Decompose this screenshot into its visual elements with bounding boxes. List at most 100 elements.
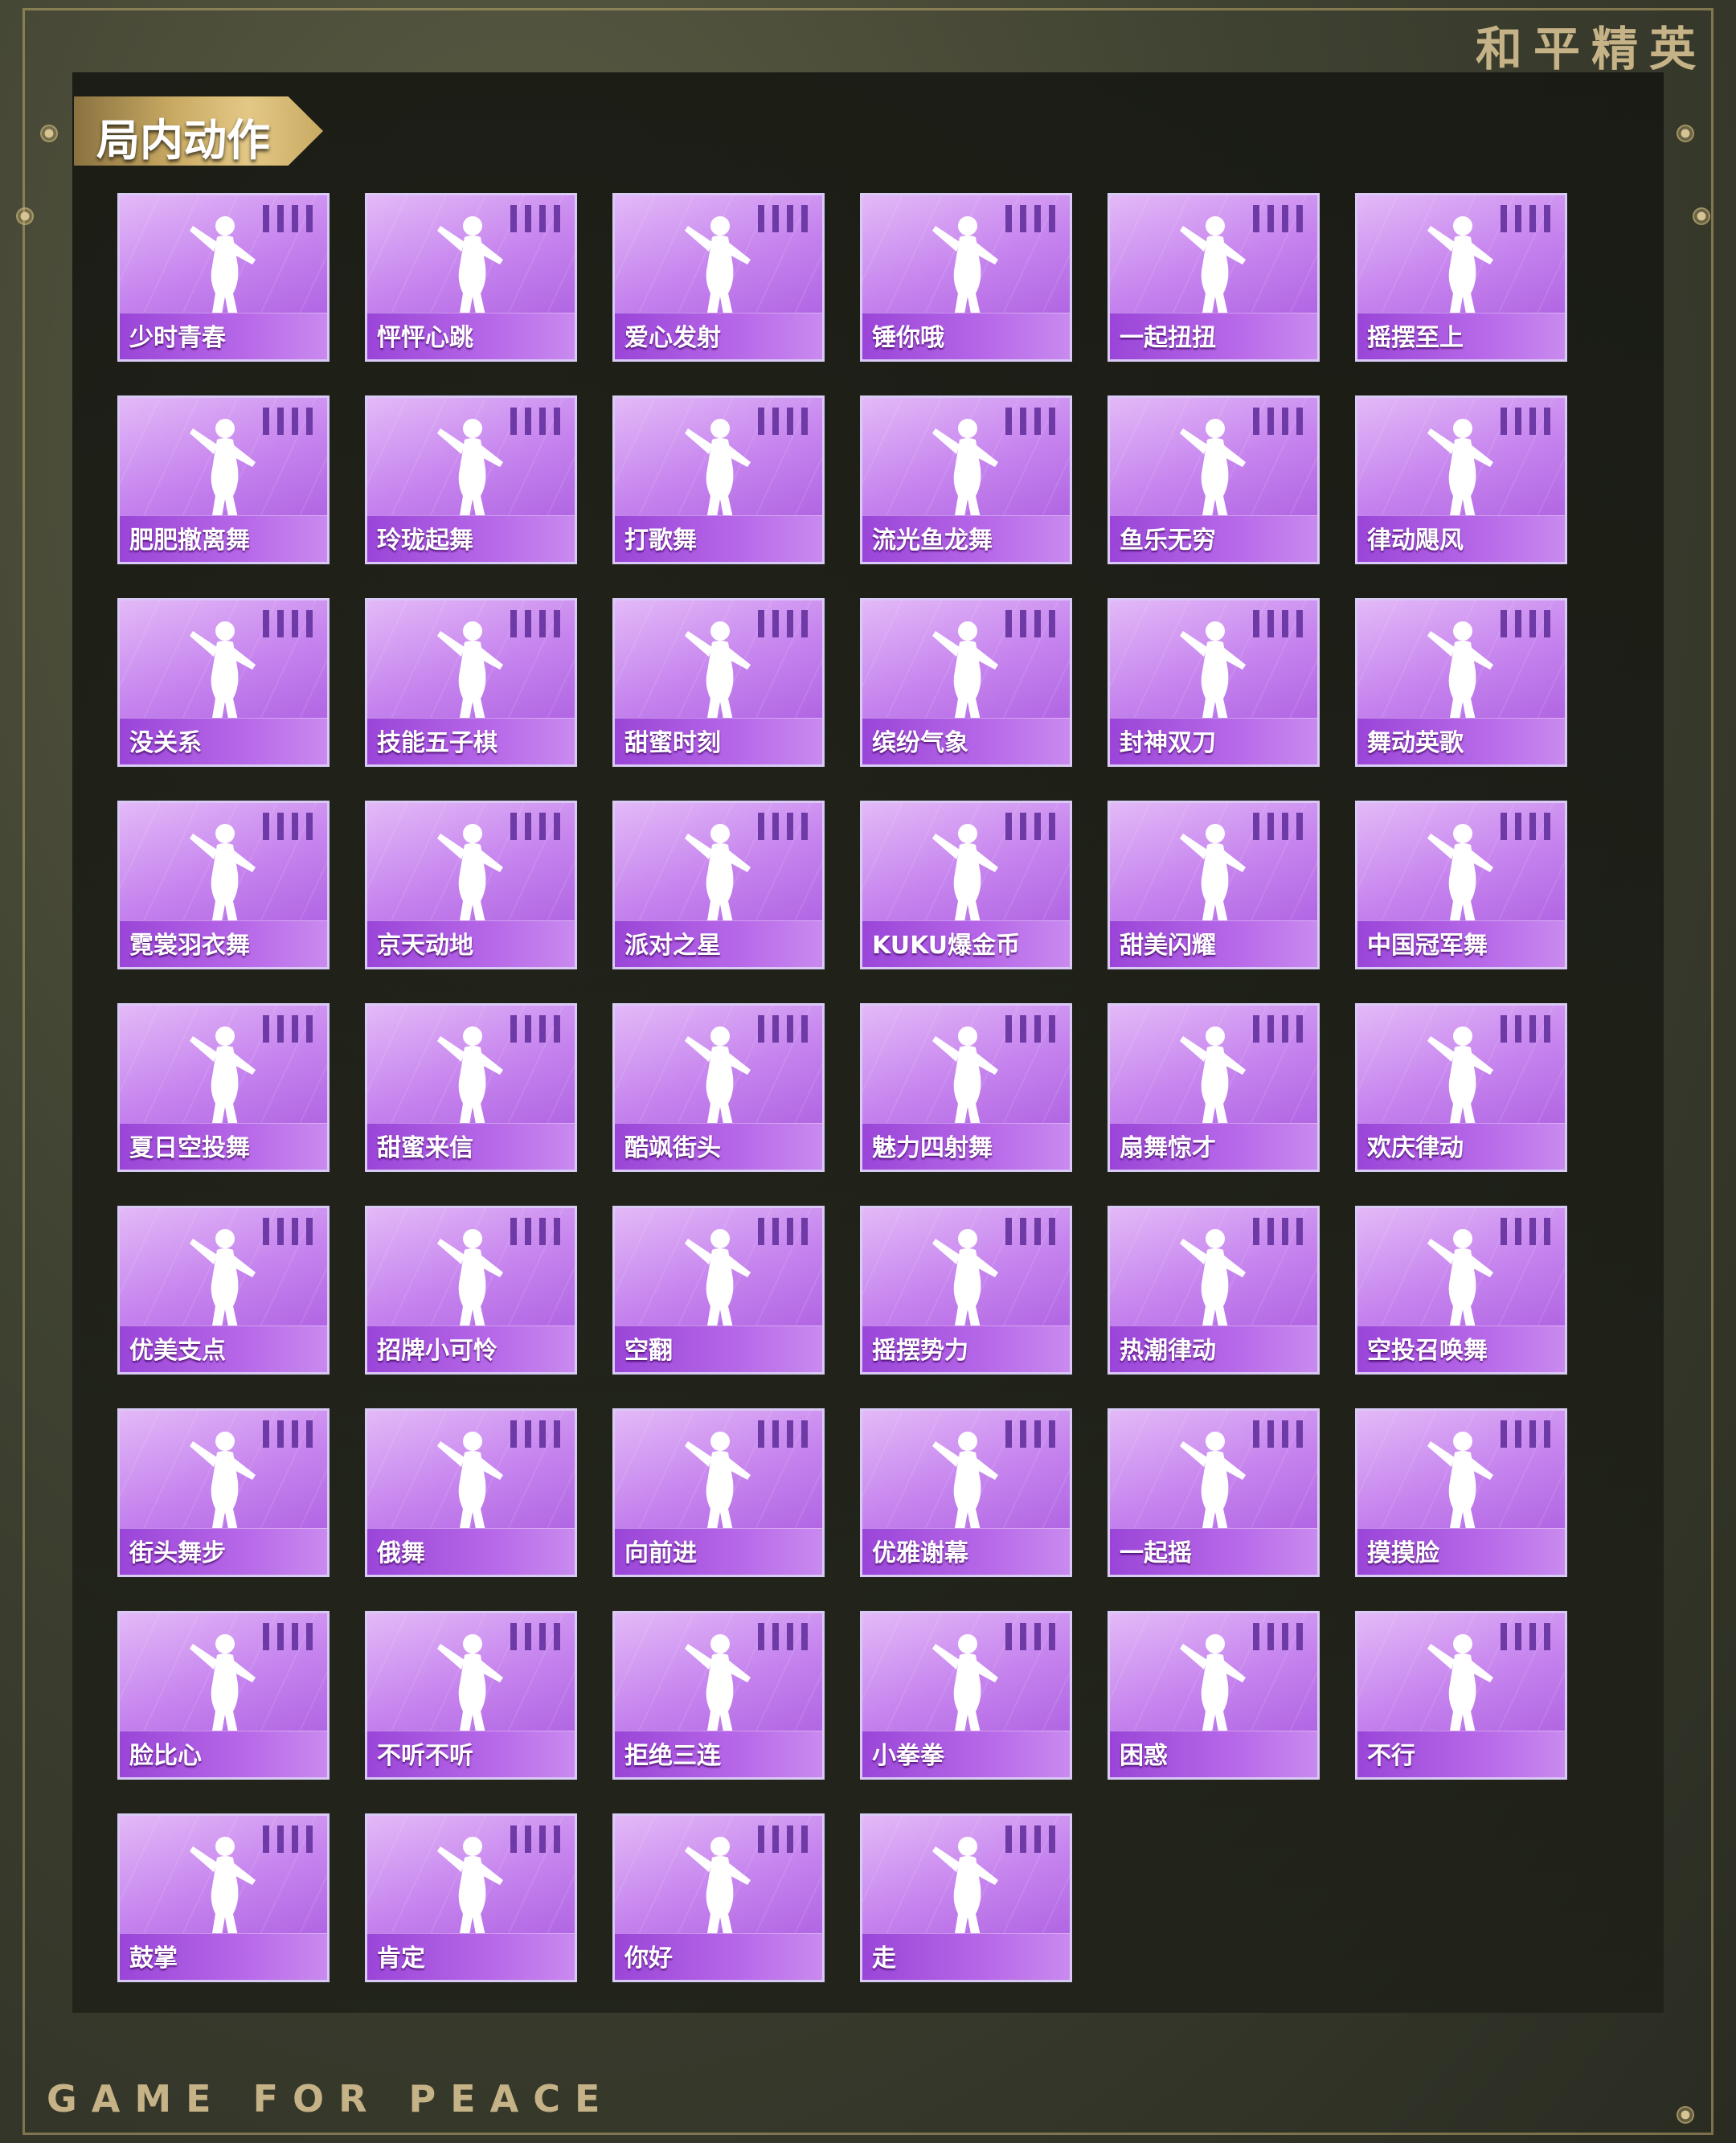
emote-card[interactable]: 玲珑起舞: [365, 395, 577, 564]
emote-label: 鱼乐无穷: [1120, 527, 1216, 555]
emote-label: 肥肥撤离舞: [129, 527, 250, 555]
emote-label: 一起摇: [1120, 1539, 1192, 1567]
emote-label: 爱心发射: [624, 324, 721, 352]
emote-card[interactable]: 封神双刀: [1108, 598, 1320, 767]
emote-card[interactable]: 甜蜜来信: [365, 1003, 577, 1172]
emote-label: 京天动地: [377, 932, 473, 960]
emote-label: 小拳拳: [872, 1742, 944, 1770]
emote-card[interactable]: 摇摆势力: [860, 1206, 1072, 1375]
emote-label: 玲珑起舞: [377, 527, 473, 555]
emote-label: 空投召唤舞: [1367, 1337, 1488, 1365]
emote-label: 摇摆至上: [1367, 324, 1464, 352]
emote-card[interactable]: KUKU爆金币: [860, 801, 1072, 969]
emote-card[interactable]: 摸摸脸: [1355, 1408, 1567, 1577]
brand-logo-text: 和平精英: [1475, 22, 1707, 76]
emote-card[interactable]: 热潮律动: [1108, 1206, 1320, 1375]
emote-label: 你好: [624, 1944, 673, 1973]
emote-label: 甜蜜时刻: [624, 729, 721, 757]
emote-label: 夏日空投舞: [129, 1134, 250, 1162]
emote-card[interactable]: 甜美闪耀: [1108, 801, 1320, 969]
emote-card[interactable]: 困惑: [1108, 1611, 1320, 1780]
emote-card[interactable]: 流光鱼龙舞: [860, 395, 1072, 564]
emote-card[interactable]: 一起扭扭: [1108, 193, 1320, 362]
emote-label: 招牌小可怜: [377, 1337, 497, 1365]
emote-card[interactable]: 京天动地: [365, 801, 577, 969]
emote-label: 优雅谢幕: [872, 1539, 968, 1567]
emote-card[interactable]: 技能五子棋: [365, 598, 577, 767]
emote-label: 向前进: [624, 1539, 697, 1567]
emote-card[interactable]: 锤你哦: [860, 193, 1072, 362]
emote-label: 拒绝三连: [624, 1742, 721, 1770]
emote-card[interactable]: 欢庆律动: [1355, 1003, 1567, 1172]
emote-card[interactable]: 招牌小可怜: [365, 1206, 577, 1375]
emote-label: 鼓掌: [129, 1944, 178, 1973]
emote-label: 舞动英歌: [1367, 729, 1464, 757]
emote-label: 脸比心: [129, 1742, 202, 1770]
corner-dot: [1677, 125, 1694, 142]
emote-card[interactable]: 俄舞: [365, 1408, 577, 1577]
emote-label: 技能五子棋: [377, 729, 497, 757]
emote-label: 走: [872, 1944, 896, 1973]
emote-label: 欢庆律动: [1367, 1134, 1464, 1162]
emote-card[interactable]: 不听不听: [365, 1611, 577, 1780]
emote-card[interactable]: 脸比心: [117, 1611, 330, 1780]
emote-card[interactable]: 中国冠军舞: [1355, 801, 1567, 969]
emote-card[interactable]: 鼓掌: [117, 1813, 330, 1982]
emote-card[interactable]: 优雅谢幕: [860, 1408, 1072, 1577]
corner-dot: [16, 207, 34, 225]
emote-label: 酷飒街头: [624, 1134, 721, 1162]
emote-card[interactable]: 舞动英歌: [1355, 598, 1567, 767]
emote-label: 热潮律动: [1120, 1337, 1216, 1365]
emote-card[interactable]: 拒绝三连: [612, 1611, 825, 1780]
emote-label: 一起扭扭: [1120, 324, 1216, 352]
emote-label: 扇舞惊才: [1120, 1134, 1216, 1162]
emote-card[interactable]: 向前进: [612, 1408, 825, 1577]
emote-card[interactable]: 一起摇: [1108, 1408, 1320, 1577]
emote-card[interactable]: 小拳拳: [860, 1611, 1072, 1780]
corner-dot: [40, 125, 58, 142]
emote-card[interactable]: 肯定: [365, 1813, 577, 1982]
emote-card[interactable]: 律动飓风: [1355, 395, 1567, 564]
emote-label: 没关系: [129, 729, 202, 757]
emote-card[interactable]: 街头舞步: [117, 1408, 330, 1577]
emote-card[interactable]: 肥肥撤离舞: [117, 395, 330, 564]
emote-card[interactable]: 没关系: [117, 598, 330, 767]
emote-label: KUKU爆金币: [872, 932, 1021, 960]
emote-label: 摇摆势力: [872, 1337, 968, 1365]
emote-card[interactable]: 摇摆至上: [1355, 193, 1567, 362]
emote-card[interactable]: 空投召唤舞: [1355, 1206, 1567, 1375]
emote-card[interactable]: 优美支点: [117, 1206, 330, 1375]
corner-dot: [1677, 2106, 1694, 2124]
emote-label: 魅力四射舞: [872, 1134, 993, 1162]
emote-label: 不行: [1367, 1742, 1415, 1770]
emote-grid: 少时青春 怦怦心跳 爱心发射 锤你哦 一起扭扭 摇摆至上肥肥撤离舞 玲珑起舞 打歌舞 流光鱼龙舞…: [117, 193, 1567, 1982]
emote-card[interactable]: 空翻: [612, 1206, 825, 1375]
emote-card[interactable]: 魅力四射舞: [860, 1003, 1072, 1172]
emote-card[interactable]: 走: [860, 1813, 1072, 1982]
emote-card[interactable]: 怦怦心跳: [365, 193, 577, 362]
tagline: GAME FOR PEACE: [47, 2077, 615, 2120]
emote-label: 锤你哦: [872, 324, 944, 352]
section-title: 局内动作: [96, 115, 270, 166]
emote-card[interactable]: 你好: [612, 1813, 825, 1982]
emote-label: 俄舞: [377, 1539, 425, 1567]
emote-label: 街头舞步: [129, 1539, 226, 1567]
emote-card[interactable]: 酷飒街头: [612, 1003, 825, 1172]
emote-label: 派对之星: [624, 932, 721, 960]
emote-label: 不听不听: [377, 1742, 473, 1770]
emote-card[interactable]: 扇舞惊才: [1108, 1003, 1320, 1172]
emote-card[interactable]: 夏日空投舞: [117, 1003, 330, 1172]
emote-label: 困惑: [1120, 1742, 1168, 1770]
emote-card[interactable]: 爱心发射: [612, 193, 825, 362]
emote-card[interactable]: 不行: [1355, 1611, 1567, 1780]
emote-card[interactable]: 打歌舞: [612, 395, 825, 564]
emote-card[interactable]: 甜蜜时刻: [612, 598, 825, 767]
emote-label: 肯定: [377, 1944, 425, 1973]
emote-card[interactable]: 缤纷气象: [860, 598, 1072, 767]
emote-card[interactable]: 少时青春: [117, 193, 330, 362]
emote-card[interactable]: 鱼乐无穷: [1108, 395, 1320, 564]
emote-label: 封神双刀: [1120, 729, 1216, 757]
emote-card[interactable]: 派对之星: [612, 801, 825, 969]
emote-label: 打歌舞: [624, 527, 697, 555]
emote-card[interactable]: 霓裳羽衣舞: [117, 801, 330, 969]
